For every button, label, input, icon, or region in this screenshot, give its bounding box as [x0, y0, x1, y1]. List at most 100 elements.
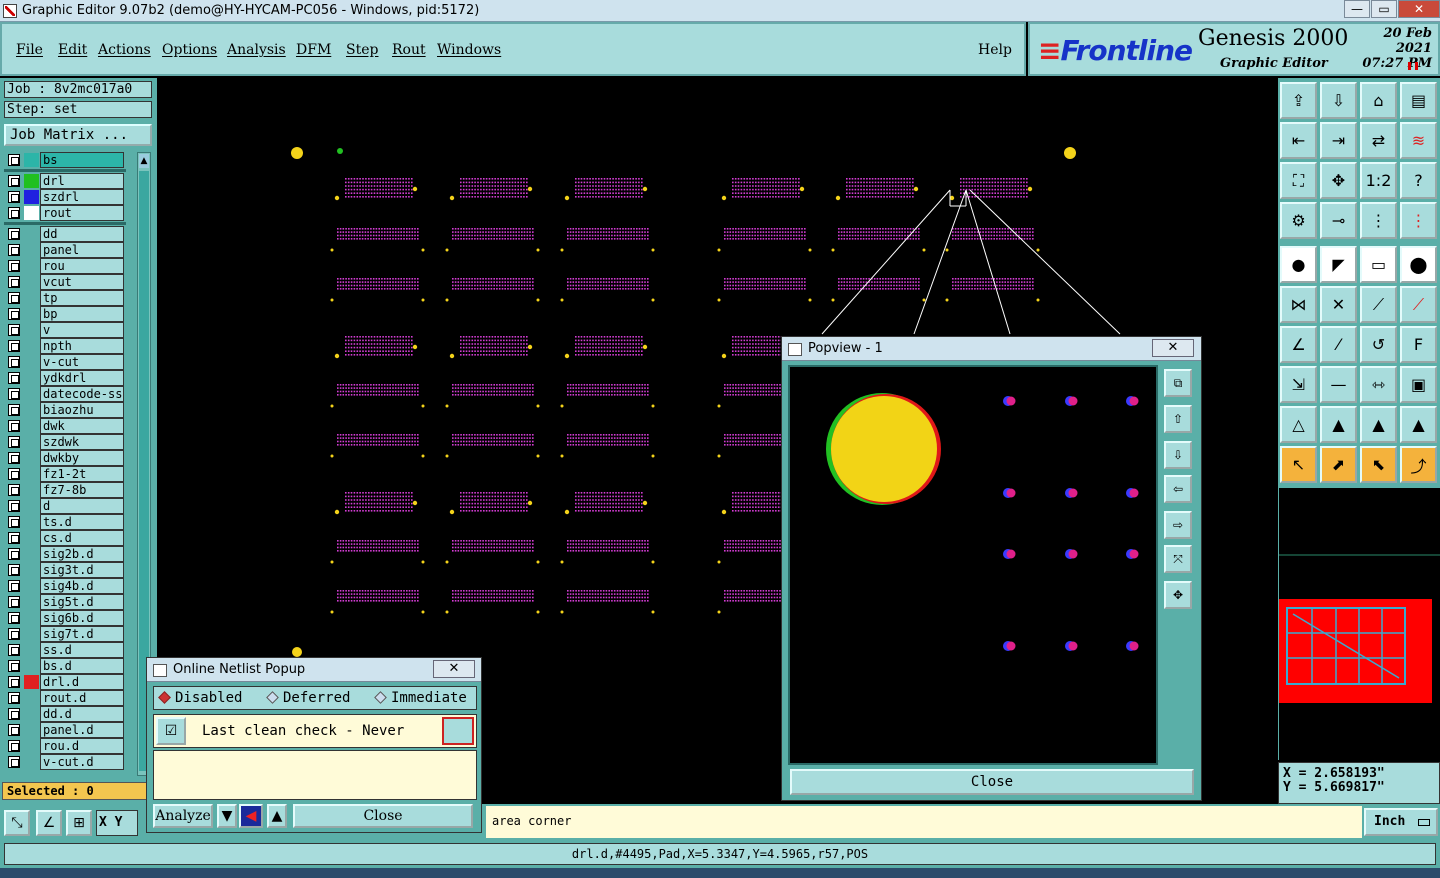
layer-color-swatch[interactable]	[24, 595, 39, 609]
popview-close-button[interactable]: Close	[790, 769, 1194, 795]
layer-checkbox[interactable]	[8, 468, 20, 480]
close-window-button[interactable]: ✕	[1398, 0, 1440, 18]
layer-checkbox[interactable]	[8, 660, 20, 672]
popview-canvas[interactable]	[788, 365, 1158, 765]
layer-row[interactable]: v	[4, 322, 126, 338]
mode-deferred[interactable]: Deferred	[266, 690, 350, 706]
layer-name[interactable]: rou.d	[40, 738, 124, 754]
layer-name[interactable]: biaozhu	[40, 402, 124, 418]
layer-row[interactable]: npth	[4, 338, 126, 354]
layer-checkbox[interactable]	[8, 580, 20, 592]
layer-checkbox[interactable]	[8, 260, 20, 272]
layer-row[interactable]: biaozhu	[4, 402, 126, 418]
layer-color-swatch[interactable]	[24, 291, 39, 305]
pointer2-icon[interactable]: ⬈	[1320, 446, 1357, 483]
tools-icon[interactable]: ⚙	[1280, 202, 1317, 239]
menu-analysis[interactable]: Analysis	[227, 42, 286, 58]
menu-windows[interactable]: Windows	[437, 42, 501, 58]
layer-color-swatch[interactable]	[24, 643, 39, 657]
layer-name[interactable]: datecode-ss	[40, 386, 124, 402]
layer-color-swatch[interactable]	[24, 563, 39, 577]
layer-row[interactable]: ydkdrl	[4, 370, 126, 386]
snap-grid-icon[interactable]: ⊞	[66, 810, 92, 836]
layer-name[interactable]: fz1-2t	[40, 466, 124, 482]
layer-color-swatch[interactable]	[24, 755, 39, 769]
move-icon[interactable]: ⇲	[1280, 366, 1317, 403]
layer-name[interactable]: bs.d	[40, 658, 124, 674]
menu-step[interactable]: Step	[346, 42, 378, 58]
layer-row[interactable]: sig5t.d	[4, 594, 126, 610]
menu-options[interactable]: Options	[162, 42, 217, 58]
netlist-options-icon[interactable]	[442, 717, 474, 745]
layer-name[interactable]: drl.d	[40, 674, 124, 690]
layer-row[interactable]: bp	[4, 306, 126, 322]
menu-actions[interactable]: Actions	[98, 42, 151, 58]
layer-checkbox[interactable]	[8, 484, 20, 496]
netlist-icon[interactable]: ⋮	[1360, 202, 1397, 239]
layer-name[interactable]: ts.d	[40, 514, 124, 530]
layer-row[interactable]: panel.d	[4, 722, 126, 738]
zoom-all-icon[interactable]: ✥	[1320, 162, 1357, 199]
layer-name[interactable]: sig4b.d	[40, 578, 124, 594]
pointer-icon[interactable]: ↖	[1280, 446, 1317, 483]
layer-row[interactable]: dd	[4, 226, 126, 242]
layer-row[interactable]: ss.d	[4, 642, 126, 658]
menu-dfm[interactable]: DFM	[296, 42, 331, 58]
layer-name[interactable]: dwkby	[40, 450, 124, 466]
layer-color-swatch[interactable]	[24, 153, 39, 167]
angle-icon[interactable]: ∠	[1280, 326, 1317, 363]
layer-checkbox[interactable]	[8, 532, 20, 544]
layer-checkbox[interactable]	[8, 676, 20, 688]
layer-name[interactable]: bs	[40, 152, 124, 168]
layer-color-swatch[interactable]	[24, 243, 39, 257]
scroll-up-icon[interactable]: ▲	[139, 154, 149, 168]
layer-checkbox[interactable]	[8, 516, 20, 528]
measure-icon[interactable]: ∠	[36, 810, 62, 836]
resize-icon[interactable]: ⇿	[1360, 366, 1397, 403]
pop-pan-down-icon[interactable]: ⇩	[1164, 441, 1192, 469]
layer-color-swatch[interactable]	[24, 403, 39, 417]
layer-color-swatch[interactable]	[24, 435, 39, 449]
layer-row[interactable]: v-cut	[4, 354, 126, 370]
layer-name[interactable]: d	[40, 498, 124, 514]
layer-name[interactable]: sig6b.d	[40, 610, 124, 626]
layer-color-swatch[interactable]	[24, 206, 39, 220]
layer-row[interactable]: fz7-8b	[4, 482, 126, 498]
layer-row[interactable]: tp	[4, 290, 126, 306]
layer-checkbox[interactable]	[8, 228, 20, 240]
popview-close-x[interactable]: ✕	[1152, 339, 1194, 357]
layer-color-swatch[interactable]	[24, 659, 39, 673]
layer-row[interactable]: bs	[4, 152, 126, 168]
layer-checkbox[interactable]	[8, 308, 20, 320]
menu-rout[interactable]: Rout	[392, 42, 426, 58]
run-check-button[interactable]: ☑	[156, 717, 186, 745]
layer-row[interactable]: datecode-ss	[4, 386, 126, 402]
layer-checkbox[interactable]	[8, 404, 20, 416]
layer-color-swatch[interactable]	[24, 707, 39, 721]
layer-checkbox[interactable]	[8, 644, 20, 656]
layer-row[interactable]: dd.d	[4, 706, 126, 722]
arc-icon[interactable]: ↺	[1360, 326, 1397, 363]
pan-left-icon[interactable]: ⇤	[1280, 122, 1317, 159]
pad-icon[interactable]: ●	[1280, 246, 1317, 283]
layer-checkbox[interactable]	[8, 356, 20, 368]
minus-icon[interactable]: —	[1320, 366, 1357, 403]
route-icon[interactable]: ⤴	[1400, 446, 1437, 483]
layer-checkbox[interactable]	[8, 692, 20, 704]
layer-color-swatch[interactable]	[24, 275, 39, 289]
layer-name[interactable]: tp	[40, 290, 124, 306]
layer-name[interactable]: sig2b.d	[40, 546, 124, 562]
pop-pan-right-icon[interactable]: ⇨	[1164, 511, 1192, 539]
tri-icon[interactable]: △	[1280, 406, 1317, 443]
layer-checkbox[interactable]	[8, 372, 20, 384]
layer-row[interactable]: sig3t.d	[4, 562, 126, 578]
layer-color-swatch[interactable]	[24, 483, 39, 497]
layer-row[interactable]: d	[4, 498, 126, 514]
layer-row[interactable]: dwkby	[4, 450, 126, 466]
layer-name[interactable]: bp	[40, 306, 124, 322]
layer-checkbox[interactable]	[8, 154, 20, 166]
menu-help[interactable]: Help	[978, 42, 1012, 58]
zoom-area-icon[interactable]: ⤡	[4, 810, 30, 836]
select-icon[interactable]: ◤	[1320, 246, 1357, 283]
layer-checkbox[interactable]	[8, 420, 20, 432]
